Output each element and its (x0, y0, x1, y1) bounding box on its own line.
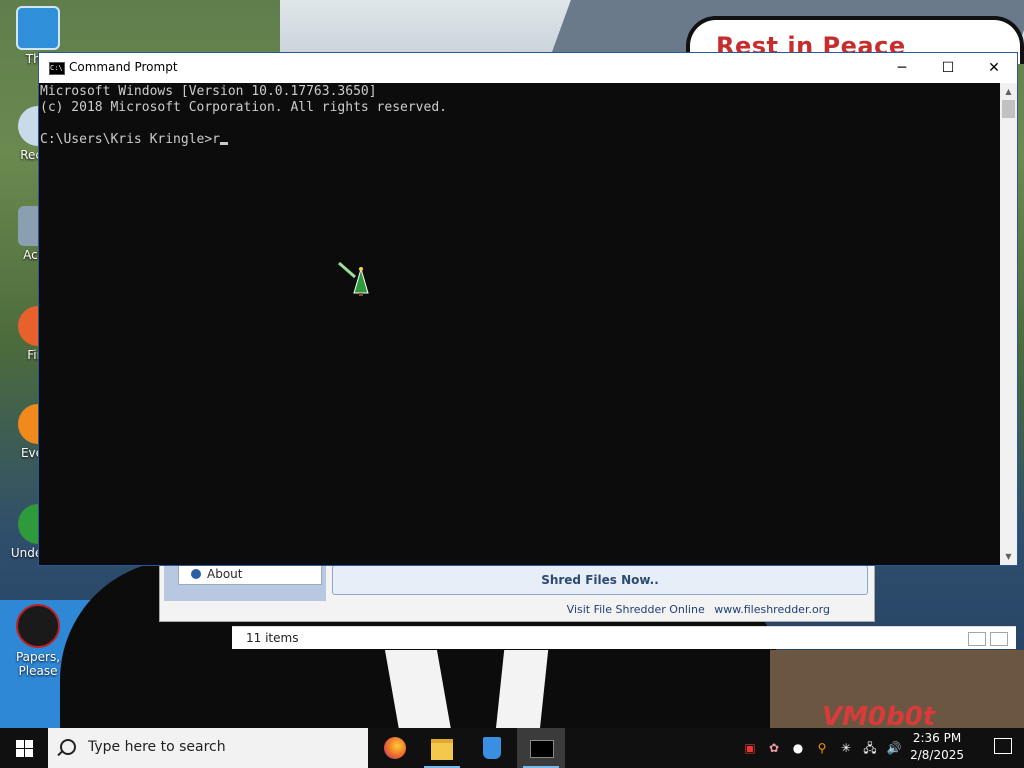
large-icons-view-icon[interactable] (990, 632, 1008, 646)
clock-date: 2/8/2025 (910, 748, 964, 762)
command-prompt-window[interactable]: C:\ Command Prompt ─ ☐ ✕ Microsoft Windo… (38, 52, 1018, 566)
console-line: Microsoft Windows [Version 10.0.17763.36… (40, 84, 377, 99)
windows-logo-pane (25, 749, 33, 757)
desktop-icon-label: Papers, Please (15, 650, 61, 678)
item-count: 11 items (246, 631, 299, 645)
firefox-icon (384, 737, 406, 759)
scroll-up-icon[interactable]: ▲ (1000, 83, 1017, 100)
windows-logo-pane (25, 740, 33, 748)
console-line: (c) 2018 Microsoft Corporation. All righ… (40, 100, 447, 115)
about-button[interactable]: About (178, 563, 322, 585)
taskbar-command-prompt[interactable] (517, 728, 565, 768)
shred-files-button[interactable]: Shred Files Now.. (332, 565, 868, 595)
volume-icon[interactable]: 🔊 (886, 740, 902, 756)
about-label: About (207, 567, 243, 581)
taskbar-file-explorer[interactable] (418, 728, 466, 768)
recycle-bin-icon (483, 737, 501, 759)
details-view-icon[interactable] (968, 632, 986, 646)
windows-logo-icon (16, 740, 24, 748)
command-prompt-icon (530, 740, 554, 758)
tray-drop-icon[interactable]: ● (790, 740, 806, 756)
scroll-thumb[interactable] (1002, 100, 1015, 118)
taskbar-firefox[interactable] (370, 728, 418, 768)
view-toggle (964, 631, 1008, 653)
taskbar-clock[interactable]: 2:36 PM 2/8/2025 (910, 730, 964, 764)
window-title: Command Prompt (69, 60, 178, 74)
start-button[interactable] (0, 728, 48, 768)
console-prompt-line: C:\Users\Kris Kringle>r (40, 132, 221, 147)
taskbar: Type here to search ▣ ✿ ● ⚲ ✳ 🖧 🔊 2:36 P… (0, 728, 1024, 768)
minimize-button[interactable]: ─ (879, 53, 925, 83)
taskbar-search-box[interactable]: Type here to search (48, 728, 368, 768)
tray-snow-icon[interactable]: ✳ (838, 740, 854, 756)
title-bar[interactable]: C:\ Command Prompt ─ ☐ ✕ (39, 53, 1017, 83)
search-icon (60, 739, 76, 755)
explorer-status-bar: 11 items (232, 626, 1016, 649)
cmd-icon: C:\ (49, 62, 65, 75)
clock-time: 2:36 PM (912, 731, 962, 745)
visit-online-link[interactable]: Visit File Shredder Online (567, 603, 705, 616)
network-icon[interactable]: 🖧 (862, 740, 878, 756)
wallpaper-stripe (495, 650, 549, 730)
taskbar-recycle-bin[interactable] (468, 728, 516, 768)
vertical-scrollbar[interactable]: ▲ ▼ (1000, 83, 1017, 565)
search-placeholder: Type here to search (88, 739, 226, 755)
console-output[interactable]: Microsoft Windows [Version 10.0.17763.36… (39, 83, 999, 565)
maximize-button[interactable]: ☐ (925, 53, 971, 83)
papers-please-icon (16, 604, 60, 648)
info-icon (191, 569, 201, 579)
windows-logo-pane (16, 749, 24, 757)
desktop-icon-papers-please[interactable]: Papers, Please (0, 604, 76, 678)
tray-people-icon[interactable]: ✿ (766, 740, 782, 756)
tree-cursor-icon (338, 261, 369, 296)
shredder-links: Visit File Shredder Online www.fileshred… (561, 603, 830, 616)
tray-security-icon[interactable]: ▣ (742, 740, 758, 756)
close-button[interactable]: ✕ (971, 53, 1017, 83)
tray-search-icon[interactable]: ⚲ (814, 740, 830, 756)
scroll-down-icon[interactable]: ▼ (1000, 548, 1017, 565)
this-pc-icon (16, 6, 60, 50)
notification-center-icon[interactable] (994, 738, 1012, 754)
text-cursor (220, 142, 229, 145)
file-explorer-icon (431, 739, 453, 760)
site-link[interactable]: www.fileshredder.org (714, 603, 830, 616)
